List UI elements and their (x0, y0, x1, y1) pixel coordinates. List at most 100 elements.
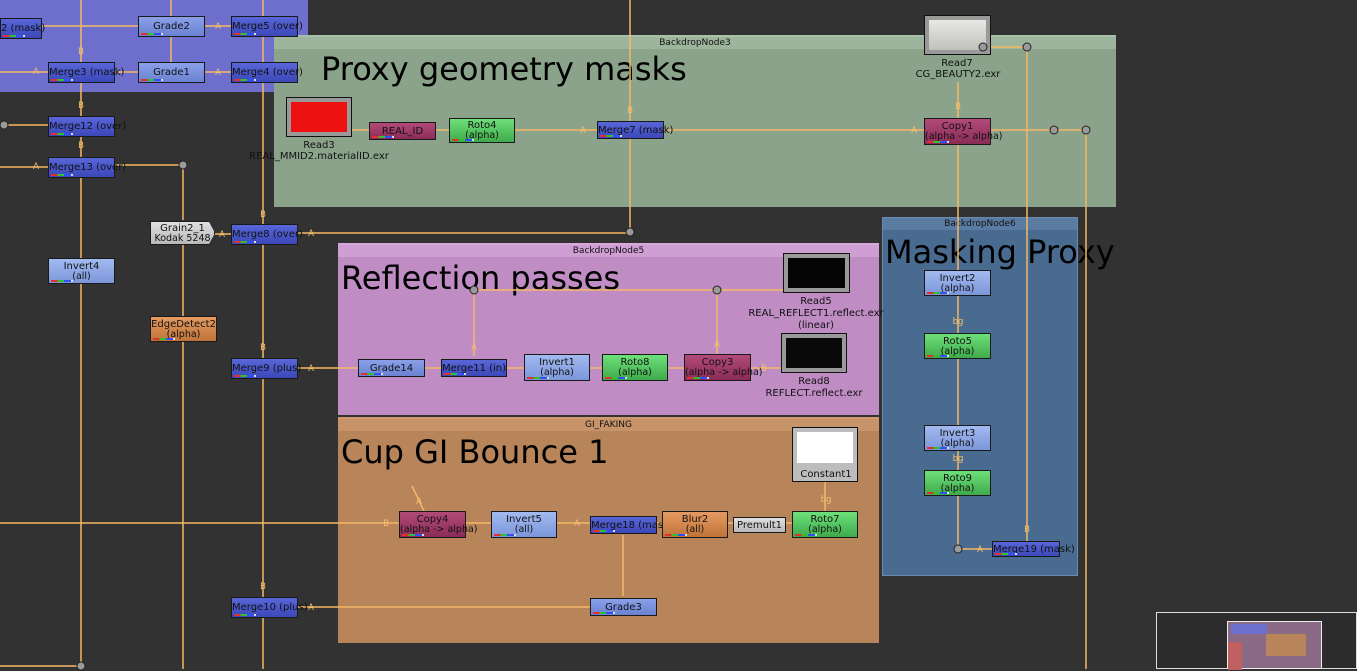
real-id-node[interactable]: REAL_ID (369, 122, 436, 140)
input-pin-label: B (383, 519, 389, 529)
grade1-node[interactable]: Grade1 (138, 62, 205, 83)
input-pin-label: B (78, 47, 84, 57)
input-pin-label: bg (820, 495, 832, 505)
input-pin-label: B (78, 141, 84, 151)
merge3-node[interactable]: Merge3 (mask) (48, 62, 124, 83)
merge10-node[interactable]: Merge10 (plus) (231, 597, 308, 618)
constant1-label: Constant1 (800, 469, 852, 480)
roto5-node[interactable]: Roto5 (alpha) (924, 333, 991, 359)
input-pin-label: A (215, 22, 221, 32)
dot-node[interactable] (1022, 42, 1032, 52)
backdrop-title: Proxy geometry masks (321, 50, 687, 88)
backdrop-label: BackdropNode6 (883, 218, 1077, 230)
roto7-node[interactable]: Roto7 (alpha) (792, 511, 858, 538)
input-pin-label: bg (952, 454, 964, 464)
input-pin-label: B (761, 364, 767, 374)
backdrop-title: Masking Proxy (885, 233, 1115, 271)
read3-label: Read3 (303, 140, 335, 151)
roto4-node[interactable]: Roto4 (alpha) (449, 118, 515, 143)
grade14-node[interactable]: Grade14 (358, 359, 425, 377)
read7-file: CG_BEAUTY2.exr (915, 69, 1001, 80)
dot-node[interactable] (178, 160, 188, 170)
input-pin-label: bg (952, 317, 964, 327)
minimap-backdrop (1228, 642, 1242, 670)
read7-label: Read7 (941, 58, 973, 69)
read5-node[interactable] (783, 253, 850, 293)
read8-file: REFLECT.reflect.exr (765, 388, 863, 399)
input-pin-label: A (308, 364, 314, 374)
copy1-node[interactable]: Copy1 (alpha -> alpha) (924, 118, 1003, 145)
input-pin-label: A (471, 343, 477, 353)
roto8-node[interactable]: Roto8 (alpha) (602, 354, 668, 381)
backdrop-title: Cup GI Bounce 1 (341, 433, 609, 471)
grain2-1-node[interactable]: Grain2_1 Kodak 5248 (150, 221, 215, 245)
backdrop-title: Reflection passes (341, 259, 621, 297)
minimap-backdrop (1266, 634, 1306, 656)
grade3-node[interactable]: Grade3 (590, 598, 657, 616)
invert2-node[interactable]: Invert2 (alpha) (924, 270, 991, 296)
read5-label: Read5 (800, 296, 832, 307)
input-pin-label: A (574, 519, 580, 529)
dot-node[interactable] (0, 120, 9, 130)
input-pin-label: A (416, 497, 422, 507)
read5-colorspace: (linear) (797, 320, 835, 331)
merge11-node[interactable]: Merge11 (in) (441, 359, 507, 377)
merge5-node[interactable]: Merge5 (over) (231, 16, 303, 37)
input-pin-label: A (308, 603, 314, 613)
input-pin-label: B (260, 343, 266, 353)
edgedetect2-node[interactable]: EdgeDetect2 (alpha) (150, 316, 217, 342)
copy3-node[interactable]: Copy3 (alpha -> alpha) (684, 354, 763, 381)
minimap-viewport[interactable] (1227, 621, 1322, 670)
copy4-node[interactable]: Copy4 (alpha -> alpha) (399, 511, 478, 538)
grade2-node[interactable]: Grade2 (138, 16, 205, 37)
dot-node[interactable] (1049, 125, 1059, 135)
input-pin-label: B (260, 582, 266, 592)
read3-file: REAL_MMID2.materialID.exr (249, 151, 389, 162)
merge12-node[interactable]: Merge12 (over) (48, 116, 126, 137)
read3-thumbnail (291, 102, 347, 132)
merge4-node[interactable]: Merge4 (over) (231, 62, 303, 83)
constant1-thumbnail (797, 432, 853, 463)
node-graph-minimap[interactable] (1156, 612, 1357, 670)
invert5-node[interactable]: Invert5 (all) (491, 511, 557, 538)
dot-node[interactable] (978, 42, 988, 52)
merge13-node[interactable]: Merge13 (over) (48, 157, 126, 178)
invert4-node[interactable]: Invert4 (all) (48, 258, 115, 284)
input-pin-label: A (219, 230, 225, 240)
input-pin-label: A (33, 162, 39, 172)
merge9-node[interactable]: Merge9 (plus) (231, 358, 301, 379)
input-pin-label: A (33, 67, 39, 77)
blur2-node[interactable]: Blur2 (all) (662, 511, 728, 538)
input-pin-label: B (627, 106, 633, 116)
read8-node[interactable] (781, 333, 847, 373)
dot-node[interactable] (1081, 125, 1091, 135)
dot-node[interactable] (625, 227, 635, 237)
input-pin-label: A (911, 126, 917, 136)
merge-node[interactable]: 2 (mask) (0, 18, 45, 39)
input-pin-label: B (1024, 525, 1030, 535)
invert1-node[interactable]: Invert1 (alpha) (524, 354, 590, 381)
input-pin-label: B (955, 102, 961, 112)
input-pin-label: B (78, 101, 84, 111)
node-graph-canvas[interactable]: BackdropNode3 Proxy geometry masks Backd… (0, 0, 1357, 671)
read5-thumbnail (788, 258, 845, 288)
premult1-node[interactable]: Premult1 (733, 517, 786, 533)
roto9-node[interactable]: Roto9 (alpha) (924, 470, 991, 496)
read3-node[interactable] (286, 97, 352, 137)
constant1-node[interactable]: Constant1 (792, 427, 858, 482)
merge8-node[interactable]: Merge8 (over) (231, 224, 303, 245)
input-pin-label: A (580, 126, 586, 136)
dot-node[interactable] (712, 285, 722, 295)
input-pin-label: A (308, 229, 314, 239)
dot-node[interactable] (953, 544, 963, 554)
merge7-node[interactable]: Merge7 (mask) (597, 121, 673, 139)
input-pin-label: B (260, 210, 266, 220)
merge18-node[interactable]: Merge18 (mask) (590, 516, 673, 534)
read5-file: REAL_REFLECT1.reflect.exr (748, 308, 884, 319)
invert3-node[interactable]: Invert3 (alpha) (924, 425, 991, 451)
read8-label: Read8 (798, 376, 830, 387)
dot-node[interactable] (76, 661, 86, 671)
dot-node[interactable] (469, 285, 479, 295)
input-pin-label: A (215, 68, 221, 78)
merge19-node[interactable]: Merge19 (mask) (992, 541, 1075, 557)
